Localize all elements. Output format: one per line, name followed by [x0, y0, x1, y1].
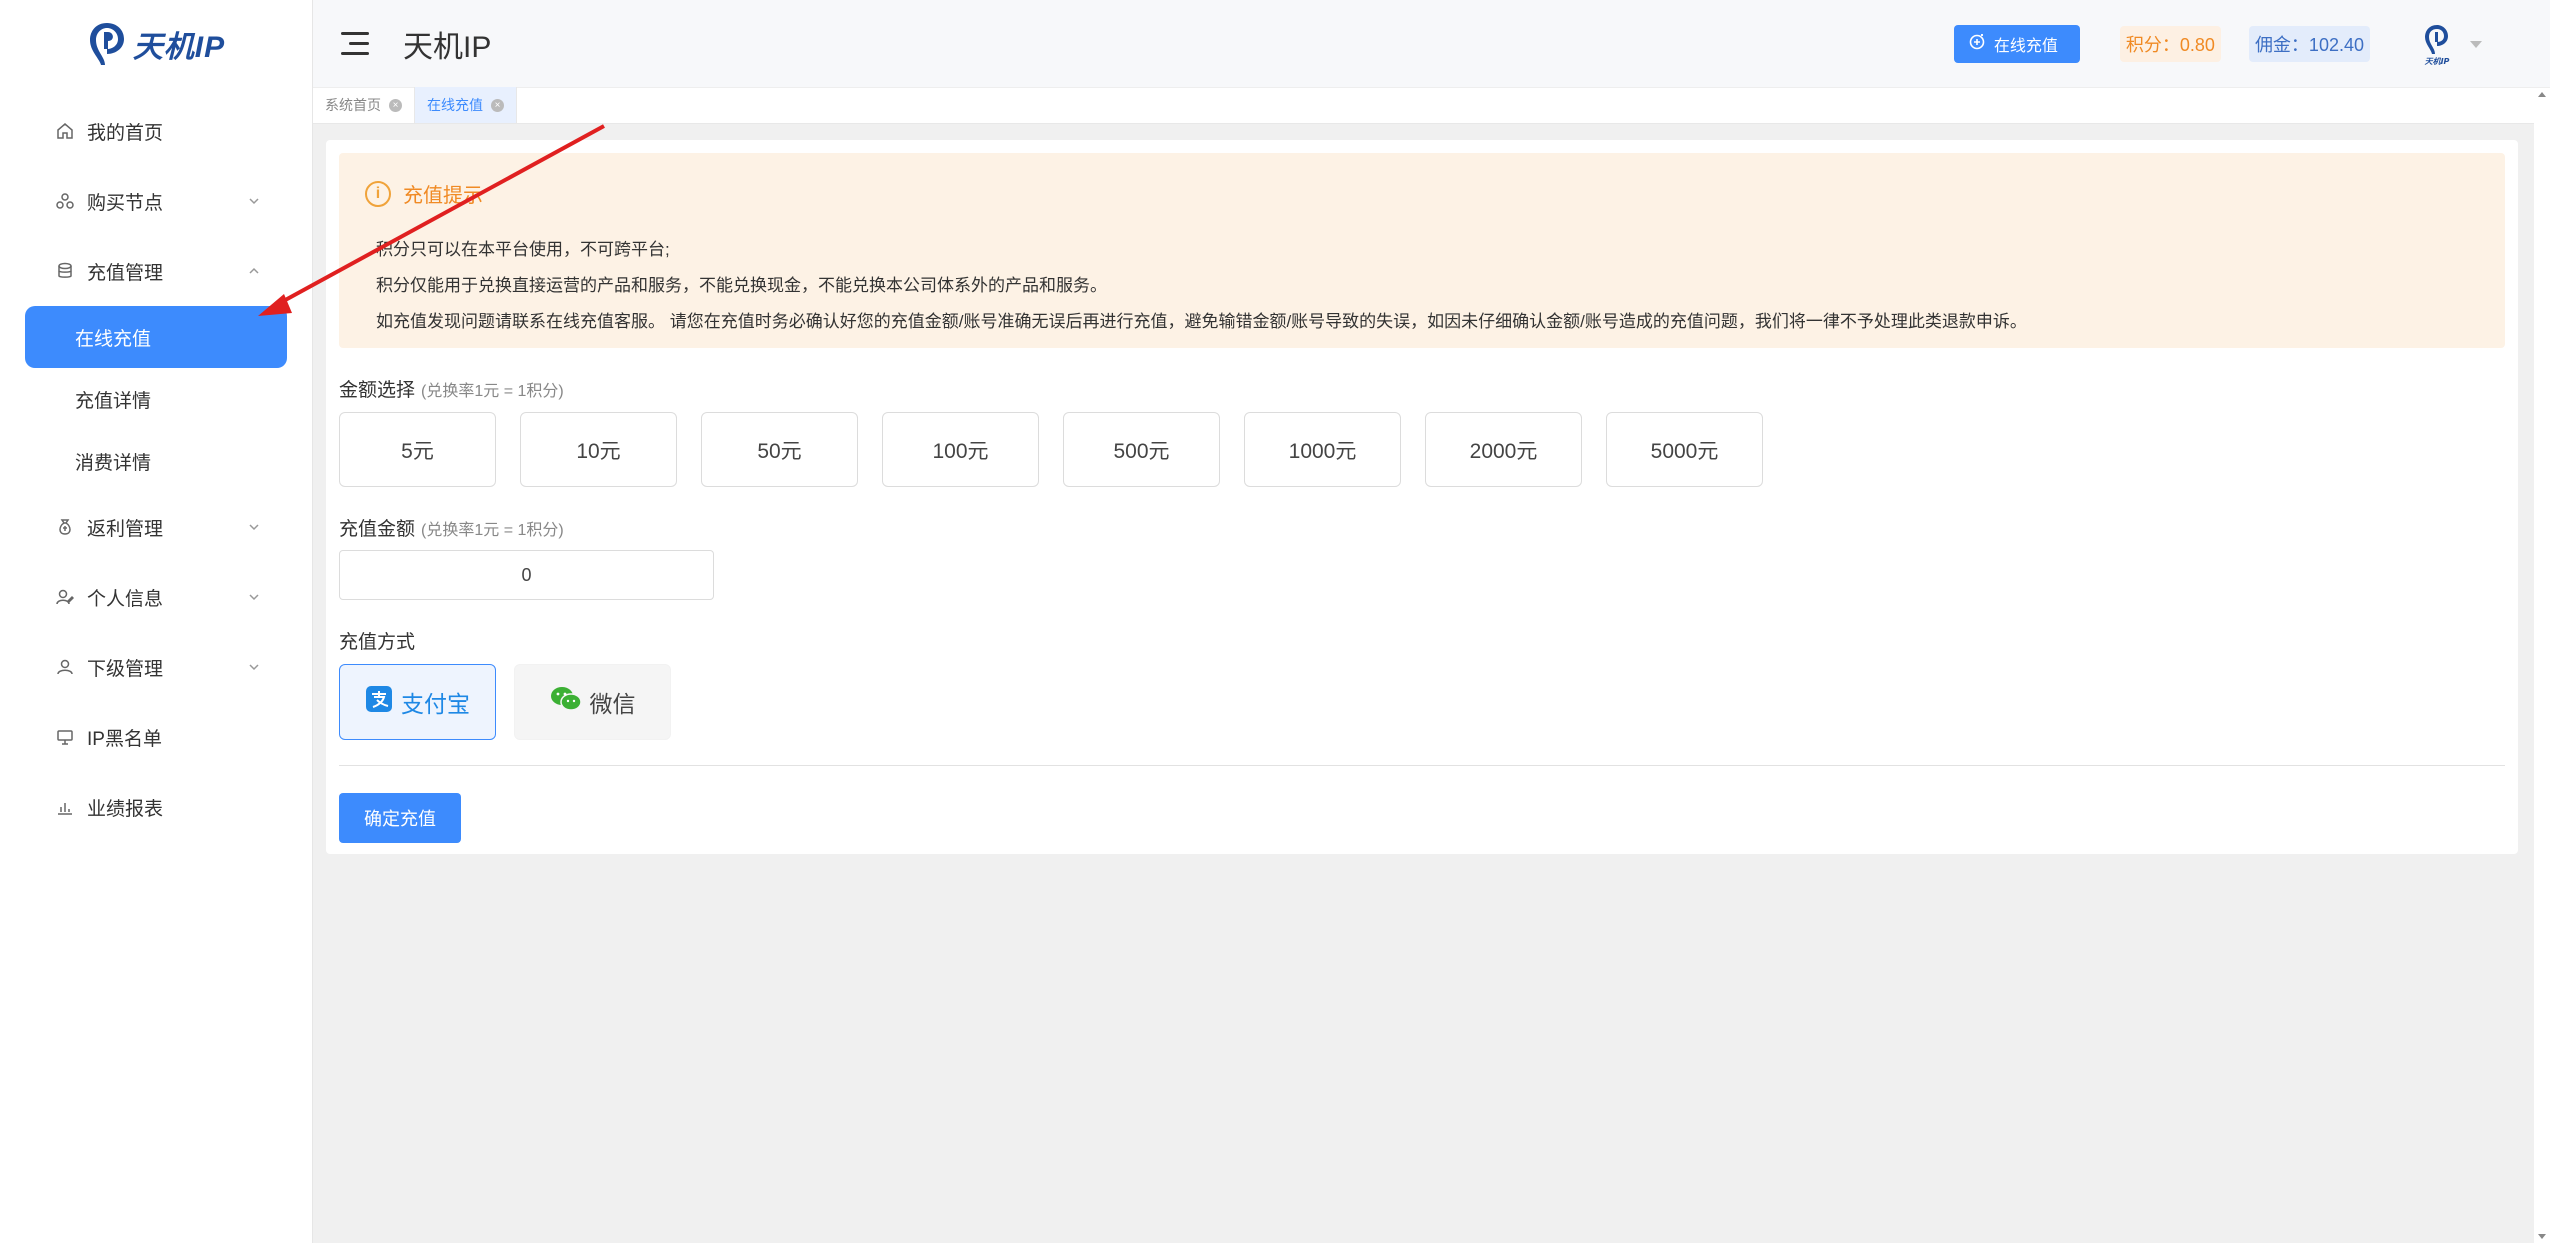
user-edit-icon: [55, 587, 75, 607]
tab-label: 系统首页: [325, 97, 381, 113]
tab-system-home[interactable]: 系统首页 ×: [313, 87, 415, 123]
sidebar-item-label: 返利管理: [87, 518, 164, 540]
avatar-dropdown-caret-icon[interactable]: [2470, 40, 2482, 48]
recharge-card: i 充值提示 积分只可以在本平台使用，不可跨平台; 积分仅能用于兑换直接运营的产…: [326, 140, 2518, 854]
confirm-recharge-button[interactable]: 确定充值: [339, 793, 461, 843]
chevron-down-icon: [246, 519, 262, 535]
monitor-icon: [55, 727, 75, 747]
amount-option-10[interactable]: 10元: [520, 412, 677, 487]
nodes-icon: [55, 191, 75, 211]
amount-option-5[interactable]: 5元: [339, 412, 496, 487]
amount-input-title: 充值金额: [339, 519, 416, 540]
tab-label: 在线充值: [427, 97, 483, 113]
info-icon: i: [365, 180, 391, 207]
wechat-label: 微信: [589, 691, 636, 717]
avatar[interactable]: 天机IP: [2414, 21, 2460, 67]
logo[interactable]: 天机IP: [0, 0, 312, 88]
payment-method-label: 充值方式: [339, 632, 416, 653]
chevron-down-icon: [246, 193, 262, 209]
scroll-down-arrow-icon[interactable]: [2538, 1234, 2546, 1239]
logo-mark-icon: [87, 21, 127, 67]
sidebar-item-label: 个人信息: [87, 588, 164, 610]
notice-line: 如充值发现问题请联系在线充值客服。 请您在充值时务必确认好您的充值金额/账号准确…: [376, 312, 2027, 331]
divider: [339, 765, 2505, 766]
tab-online-recharge[interactable]: 在线充值 ×: [415, 87, 517, 123]
sidebar-item-label: 充值管理: [87, 262, 164, 284]
sidebar-menu: 我的首页 购买节点 充值管理 在线充值 充值详情 消费详情 返利管理 个人信息 …: [0, 96, 312, 842]
payment-option-alipay[interactable]: 支付宝: [339, 664, 496, 740]
page-tabs: 系统首页 × 在线充值 ×: [313, 87, 2550, 124]
header-right: 在线充值 积分：0.80 佣金：102.40 天机IP: [1953, 0, 2550, 88]
sidebar-item-label: 下级管理: [87, 658, 164, 680]
close-icon[interactable]: ×: [389, 98, 402, 112]
recharge-amount-input[interactable]: [339, 550, 714, 600]
notice-line: 积分仅能用于兑换直接运营的产品和服务，不能兑换现金，不能兑换本公司体系外的产品和…: [376, 276, 1107, 295]
alipay-label: 支付宝: [401, 691, 470, 717]
sidebar-item-label: 我的首页: [87, 122, 164, 144]
chevron-up-icon: [246, 263, 262, 279]
bar-chart-icon: [55, 797, 75, 817]
online-recharge-button[interactable]: 在线充值: [1953, 25, 2080, 63]
user-icon: [55, 657, 75, 677]
sidebar-item-ip-blacklist[interactable]: IP黑名单: [0, 702, 312, 772]
amount-select-label: 金额选择 (兑换率1元 = 1积分): [339, 375, 564, 402]
amount-option-1000[interactable]: 1000元: [1244, 412, 1401, 487]
chevron-down-icon: [246, 589, 262, 605]
scroll-up-arrow-icon[interactable]: [2538, 92, 2546, 97]
svg-text:天机IP: 天机IP: [2425, 57, 2450, 66]
amount-option-500[interactable]: 500元: [1063, 412, 1220, 487]
amount-select-hint: (兑换率1元 = 1积分): [421, 383, 564, 400]
sidebar-item-label: 购买节点: [87, 192, 164, 214]
sidebar-item-home[interactable]: 我的首页: [0, 96, 312, 166]
sidebar-subitem-consumption-details[interactable]: 消费详情: [0, 430, 312, 492]
alipay-icon: [365, 685, 393, 719]
sidebar-item-performance-report[interactable]: 业绩报表: [0, 772, 312, 842]
home-icon: [55, 121, 75, 141]
payment-option-wechat[interactable]: 微信: [514, 664, 671, 740]
points-badge: 积分：0.80: [2119, 26, 2221, 62]
amount-input-hint: (兑换率1元 = 1积分): [421, 522, 564, 539]
notice-title: i 充值提示: [365, 179, 483, 208]
amount-option-100[interactable]: 100元: [882, 412, 1039, 487]
sidebar-item-label: IP黑名单: [87, 728, 162, 750]
hamburger-menu-icon[interactable]: [341, 30, 373, 58]
logo-text: 天机IP: [132, 31, 226, 64]
sidebar-item-buy-nodes[interactable]: 购买节点: [0, 166, 312, 236]
sidebar-subitem-recharge-details[interactable]: 充值详情: [0, 368, 312, 430]
chevron-down-icon: [246, 659, 262, 675]
sidebar: 天机IP 我的首页 购买节点 充值管理 在线充值 充值详情 消费详情 返利管理 …: [0, 0, 313, 1243]
page-scrollbar[interactable]: [2534, 88, 2550, 1243]
recharge-notice: i 充值提示 积分只可以在本平台使用，不可跨平台; 积分仅能用于兑换直接运营的产…: [339, 153, 2505, 348]
money-bag-icon: [55, 517, 75, 537]
amount-select-title: 金额选择: [339, 380, 416, 401]
page-title: 天机IP: [403, 30, 492, 64]
amount-option-5000[interactable]: 5000元: [1606, 412, 1763, 487]
coin-plus-icon: [1968, 33, 1986, 56]
amount-option-50[interactable]: 50元: [701, 412, 858, 487]
amount-option-2000[interactable]: 2000元: [1425, 412, 1582, 487]
sidebar-item-rebate-management[interactable]: 返利管理: [0, 492, 312, 562]
sidebar-item-personal-info[interactable]: 个人信息: [0, 562, 312, 632]
wechat-icon: [550, 685, 582, 719]
top-header: 天机IP 在线充值 积分：0.80 佣金：102.40 天机IP: [313, 0, 2550, 88]
commission-badge: 佣金：102.40: [2248, 26, 2370, 62]
notice-line: 积分只可以在本平台使用，不可跨平台;: [376, 240, 670, 259]
close-icon[interactable]: ×: [491, 98, 504, 112]
notice-title-text: 充值提示: [403, 185, 483, 207]
sidebar-item-subordinate-management[interactable]: 下级管理: [0, 632, 312, 702]
sidebar-subitem-online-recharge[interactable]: 在线充值: [25, 306, 287, 368]
online-recharge-label: 在线充值: [1993, 38, 2058, 55]
sidebar-item-recharge-management[interactable]: 充值管理: [0, 236, 312, 306]
amount-input-label: 充值金额 (兑换率1元 = 1积分): [339, 514, 564, 541]
sidebar-item-label: 业绩报表: [87, 798, 164, 820]
database-icon: [55, 261, 75, 281]
